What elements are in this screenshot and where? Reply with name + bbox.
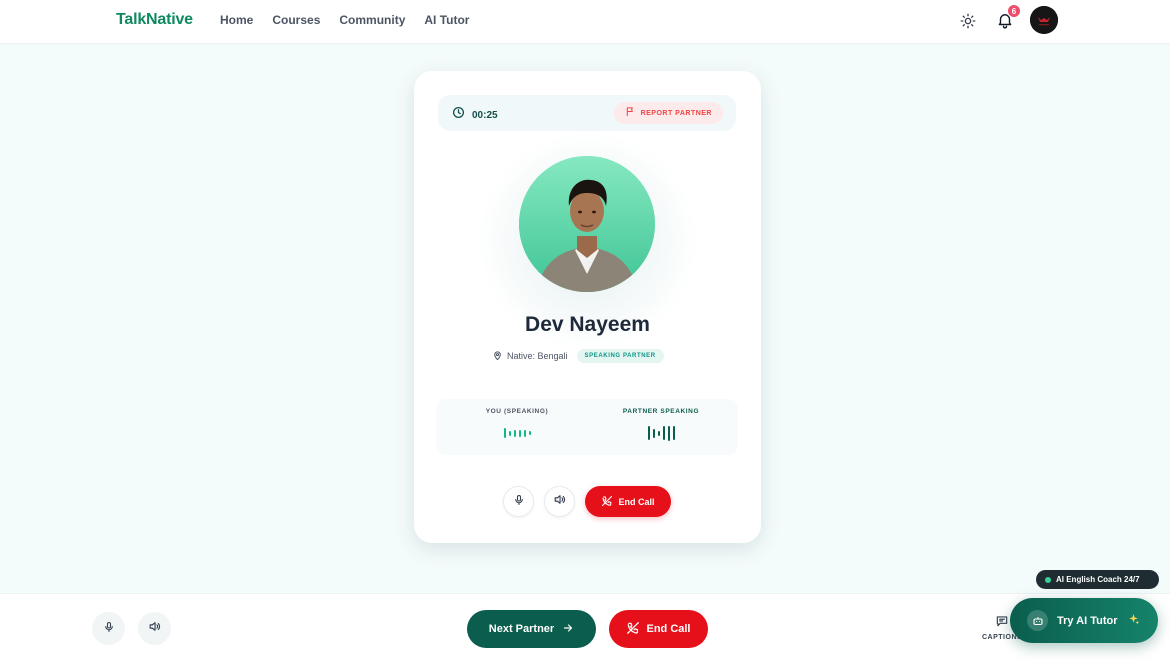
you-speaking-indicator: YOU (SPEAKING)	[452, 408, 582, 441]
clock-icon	[452, 106, 465, 124]
partner-name: Dev Nayeem	[525, 313, 650, 336]
audio-level-bar	[518, 429, 521, 437]
bottom-end-call-label: End Call	[646, 623, 691, 635]
partner-photo	[519, 156, 655, 292]
call-card: 00:25 REPORT PARTNER Dev Nayeem Native: …	[414, 71, 761, 543]
audio-level-bar	[652, 428, 655, 438]
flag-icon	[625, 104, 636, 122]
user-avatar[interactable]	[1030, 6, 1058, 34]
nav-item-home[interactable]: Home	[220, 13, 253, 27]
audio-level-bar	[513, 429, 516, 437]
sun-icon[interactable]	[959, 12, 977, 30]
end-call-label: End Call	[618, 496, 655, 507]
audio-level-bar	[672, 426, 675, 440]
speaker-icon	[553, 493, 566, 511]
next-partner-button[interactable]: Next Partner	[467, 610, 596, 648]
audio-level-bar	[667, 425, 670, 441]
captions-icon	[995, 615, 1009, 632]
nav-item-courses[interactable]: Courses	[272, 13, 320, 27]
audio-level-bar	[657, 430, 660, 436]
top-navigation-bar: TalkNative Home Courses Community AI Tut…	[0, 0, 1170, 44]
you-speaking-label: YOU (SPEAKING)	[485, 408, 549, 415]
main-nav: Home Courses Community AI Tutor	[220, 13, 469, 27]
location-pin-icon	[492, 350, 503, 363]
phone-off-icon	[626, 621, 640, 638]
call-header: 00:25 REPORT PARTNER	[438, 95, 736, 131]
try-ai-tutor-label: Try AI Tutor	[1057, 614, 1118, 627]
bottom-speaker-button[interactable]	[138, 612, 171, 645]
audio-level-bar	[662, 426, 665, 440]
notification-count-badge: 6	[1007, 4, 1021, 18]
try-ai-tutor-button[interactable]: Try AI Tutor	[1010, 598, 1158, 643]
bottom-end-call-button[interactable]: End Call	[609, 610, 708, 648]
native-language: Native: Bengali	[492, 350, 568, 363]
report-partner-button[interactable]: REPORT PARTNER	[613, 102, 723, 124]
you-audio-level-bars	[452, 425, 582, 441]
partner-audio-level-bars	[596, 425, 726, 441]
sparkle-icon	[1127, 613, 1140, 629]
audio-level-bar	[503, 428, 506, 438]
next-partner-label: Next Partner	[488, 623, 555, 635]
ai-coach-tooltip: AI English Coach 24/7	[1036, 570, 1159, 589]
online-status-dot	[1045, 576, 1051, 583]
partner-speaking-indicator: PARTNER SPEAKING	[596, 408, 726, 441]
arrow-right-icon	[562, 622, 574, 637]
nav-item-ai-tutor[interactable]: AI Tutor	[424, 13, 469, 27]
speaking-partner-badge: SPEAKING PARTNER	[576, 349, 664, 363]
report-partner-label: REPORT PARTNER	[640, 109, 712, 117]
native-language-label: Native: Bengali	[507, 351, 568, 361]
end-call-button[interactable]: End Call	[585, 486, 671, 517]
audio-level-bar	[528, 431, 531, 435]
microphone-icon	[103, 620, 115, 638]
phone-off-icon	[601, 495, 613, 509]
nav-item-community[interactable]: Community	[339, 13, 405, 27]
microphone-icon	[513, 493, 525, 511]
audio-level-bar	[523, 429, 526, 437]
mic-button[interactable]	[503, 486, 534, 517]
speaking-indicator-panel: YOU (SPEAKING) PARTNER SPEAKING	[436, 399, 738, 455]
robot-icon	[1027, 610, 1048, 631]
partner-meta: Native: Bengali SPEAKING PARTNER	[492, 349, 664, 363]
audio-level-bar	[508, 430, 511, 436]
bottom-mic-button[interactable]	[92, 612, 125, 645]
audio-level-bar	[647, 426, 650, 440]
ai-coach-label: AI English Coach 24/7	[1056, 575, 1140, 584]
speaker-icon	[148, 620, 161, 638]
partner-speaking-label: PARTNER SPEAKING	[622, 408, 700, 415]
call-timer: 00:25	[452, 106, 498, 124]
bottom-call-bar: Next Partner End Call CAPTIONS	[0, 593, 1170, 662]
timer-value: 00:25	[472, 109, 498, 121]
speaker-button[interactable]	[544, 486, 575, 517]
app-logo[interactable]: TalkNative	[116, 11, 193, 29]
call-controls: End Call	[503, 486, 671, 517]
